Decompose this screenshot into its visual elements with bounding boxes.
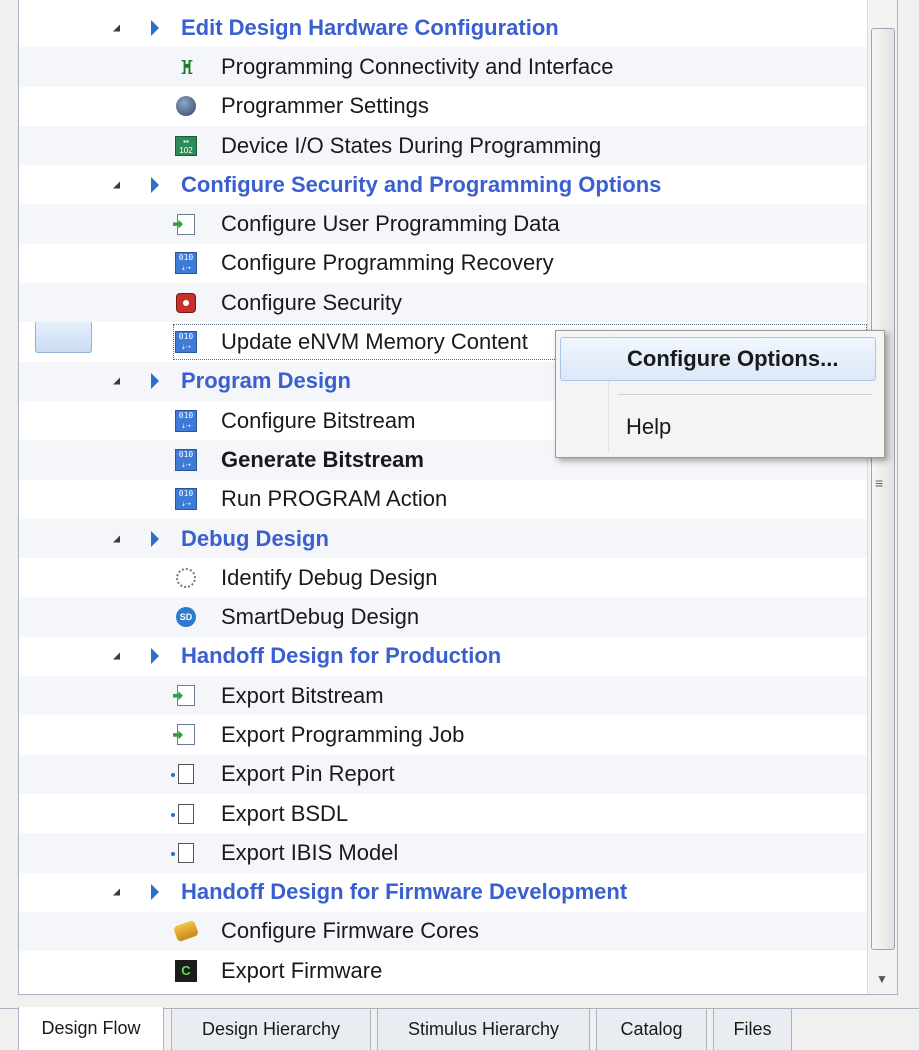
document-icon [171,803,197,825]
menu-item-help[interactable]: Help [560,405,876,449]
tree-item-programmer-settings[interactable]: Programmer Settings [19,87,867,126]
firmware-core-icon [172,920,200,943]
tree-item-identify-debug-design[interactable]: Identify Debug Design [19,558,867,597]
tree-category-debug-design[interactable]: Debug Design [19,518,867,559]
item-label: Export Pin Report [221,761,395,787]
tree-item-export-ibis-model[interactable]: Export IBIS Model [19,833,867,873]
item-label: Update eNVM Memory Content [221,329,528,355]
tab-design-flow[interactable]: Design Flow [18,1007,164,1050]
tab-stimulus-hierarchy[interactable]: Stimulus Hierarchy [377,1009,590,1050]
category-arrow-icon [151,530,159,547]
sheet-arrow-icon [175,685,197,707]
item-label: Configure Firmware Cores [221,918,479,944]
item-label: Configure Security [221,289,402,315]
binary-icon: 010 ⇣⇢ [175,448,197,471]
binary-icon: 010 ⇣⇢ [175,252,197,275]
collapse-triangle-icon[interactable] [113,377,120,385]
item-label: Export Programming Job [221,721,465,747]
category-arrow-icon [151,19,159,36]
item-label: Programming Connectivity and Interface [221,53,614,79]
item-label: Programmer Settings [221,93,429,119]
tree-item-export-programming-job[interactable]: Export Programming Job [19,715,867,754]
design-flow-panel: Edit Design Hardware Configuration ]•[ Pro… [18,0,898,995]
item-label: Configure Programming Recovery [221,250,554,276]
context-menu: Configure Options... Help [555,330,885,458]
category-label: Edit Design Hardware Configuration [181,14,559,40]
category-label: Program Design [181,368,351,394]
vertical-scrollbar[interactable]: ≡ ▼ [867,0,897,994]
menu-separator [618,394,872,395]
tree-item-configure-user-programming-data[interactable]: Configure User Programming Data [19,204,867,244]
tab-design-hierarchy[interactable]: Design Hierarchy [171,1009,371,1050]
tree-item-configure-security[interactable]: Configure Security [19,283,867,323]
binary-icon: 010 ⇣⇢ [175,331,197,354]
tree-item-device-i-o-states-during-programming[interactable]: ▪▪ 102 Device I/O States During Programmin… [19,125,867,166]
item-label: Run PROGRAM Action [221,486,448,512]
tree-category-handoff-design-for-production[interactable]: Handoff Design for Production [19,637,867,676]
item-label: Export IBIS Model [221,839,399,865]
item-label: Export Firmware [221,957,383,983]
scroll-down-arrow-icon[interactable]: ▼ [876,972,888,986]
design-flow-tree: Edit Design Hardware Configuration ]•[ Pro… [19,8,867,990]
document-icon [171,763,197,785]
category-arrow-icon [151,648,159,665]
menu-item-configure-options[interactable]: Configure Options... [560,337,876,381]
sheet-arrow-icon [175,724,197,746]
item-label: Generate Bitstream [221,446,424,472]
tree-item-run-program-action[interactable]: 010 ⇣⇢ Run PROGRAM Action [19,480,867,519]
category-arrow-icon [151,884,159,901]
tree-item-export-pin-report[interactable]: Export Pin Report [19,754,867,794]
collapse-triangle-icon[interactable] [113,535,120,542]
item-label: Export Bitstream [221,682,384,708]
sheet-arrow-icon [175,213,197,235]
category-label: Debug Design [181,525,329,551]
security-icon [175,292,197,314]
tree-category-edit-design-hardware-configuration[interactable]: Edit Design Hardware Configuration [19,8,867,47]
firmware-icon: C [175,959,197,982]
tree-item-programming-connectivity-and-interface[interactable]: ]•[ Programming Connectivity and Interfac… [19,47,867,87]
collapse-triangle-icon[interactable] [113,652,120,660]
smartdebug-icon: SD [175,606,197,628]
collapse-triangle-icon[interactable] [113,24,120,32]
tree-category-handoff-design-for-firmware-development[interactable]: Handoff Design for Firmware Development [19,873,867,912]
programmer-icon [175,95,197,117]
item-label: SmartDebug Design [221,604,420,630]
item-label: Configure Bitstream [221,407,416,433]
tree-item-export-bitstream[interactable]: Export Bitstream [19,676,867,716]
scrollbar-grip-icon: ≡ [875,475,884,491]
tree-item-configure-firmware-cores[interactable]: Configure Firmware Cores [19,911,867,952]
tab-files[interactable]: Files [713,1009,792,1050]
document-icon [171,842,197,864]
item-label: Export BSDL [221,800,349,826]
category-label: Configure Security and Programming Optio… [181,171,662,197]
category-label: Handoff Design for Firmware Development [181,879,628,905]
tree-item-configure-programming-recovery[interactable]: 010 ⇣⇢ Configure Programming Recovery [19,244,867,283]
bottom-tab-bar: Design Flow Design Hierarchy Stimulus Hi… [0,1007,919,1050]
binary-icon: 010 ⇣⇢ [175,488,197,511]
connectivity-icon: ]•[ [181,58,192,76]
collapse-triangle-icon[interactable] [113,181,120,189]
item-label: Device I/O States During Programming [221,132,602,158]
category-arrow-icon [151,373,159,390]
category-label: Handoff Design for Production [181,643,502,669]
tree-item-export-firmware[interactable]: C Export Firmware [19,951,867,990]
tree-item-smartdebug-design[interactable]: SD SmartDebug Design [19,597,867,637]
io-states-icon: ▪▪ 102 [175,135,197,157]
tree-item-export-bsdl[interactable]: Export BSDL [19,794,867,833]
binary-icon: 010 ⇣⇢ [175,409,197,432]
item-label: Configure User Programming Data [221,211,560,237]
identify-icon [175,567,197,589]
category-arrow-icon [151,176,159,193]
item-label: Identify Debug Design [221,564,438,590]
tree-category-configure-security-and-programming-options[interactable]: Configure Security and Programming Optio… [19,165,867,204]
tab-catalog[interactable]: Catalog [596,1009,707,1050]
collapse-triangle-icon[interactable] [113,888,120,896]
